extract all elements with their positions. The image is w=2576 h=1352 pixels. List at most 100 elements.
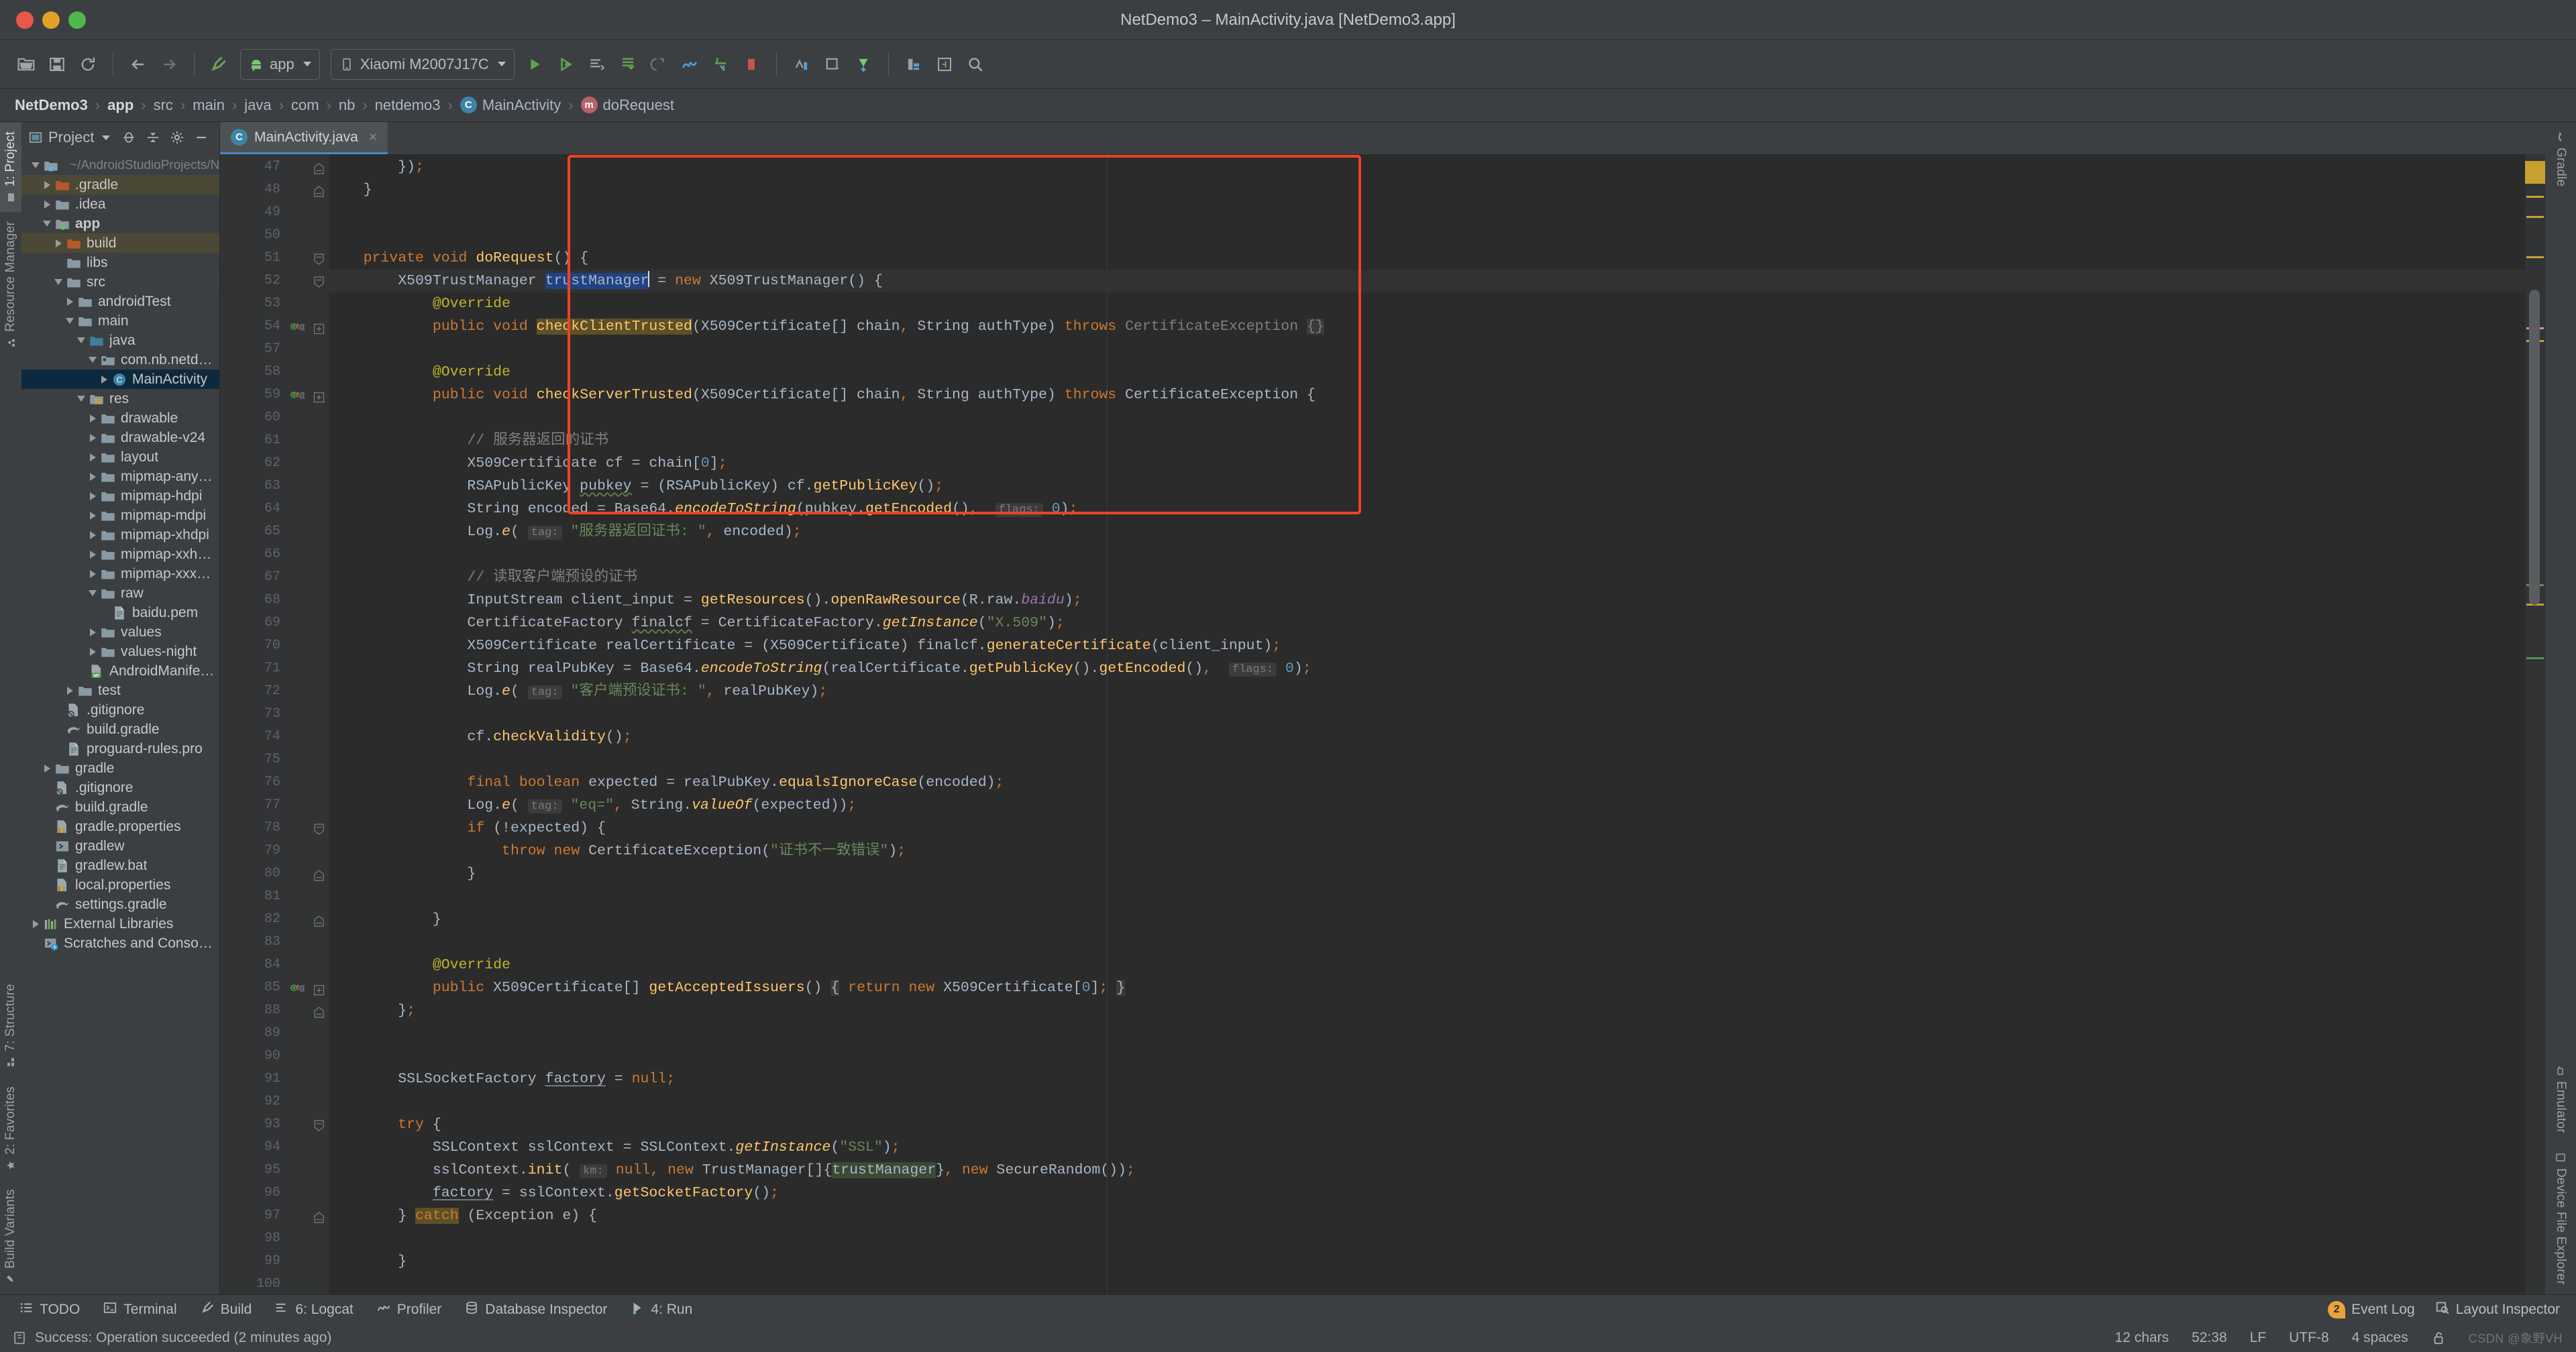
tree-toggle-right-icon[interactable]: [85, 511, 100, 520]
tree-item-gradle[interactable]: gradle: [21, 758, 219, 778]
tree-item--gitignore[interactable]: .gitignore: [21, 778, 219, 797]
tab-mainactivity-java[interactable]: C MainActivity.java ×: [220, 122, 388, 154]
editor-marks-gutter[interactable]: O@O@O@: [287, 154, 310, 1294]
tree-toggle-right-icon[interactable]: [62, 297, 77, 306]
code-line[interactable]: Log.e( tag: "客户端预设证书: ", realPubKey);: [329, 680, 827, 703]
tool-window-button-gradle[interactable]: Gradle: [2545, 122, 2576, 196]
tree-item-gradlew-bat[interactable]: gradlew.bat: [21, 856, 219, 875]
save-icon[interactable]: [43, 50, 71, 78]
fold-start-icon[interactable]: [313, 276, 325, 293]
tree-item--idea[interactable]: .idea: [21, 194, 219, 214]
code-line[interactable]: @Override: [329, 954, 511, 976]
code-line[interactable]: final boolean expected = realPubKey.equa…: [329, 771, 1004, 794]
layout-inspector-icon[interactable]: [900, 50, 928, 78]
run-icon[interactable]: [521, 50, 549, 78]
tool-window-button-device-file-explorer[interactable]: Device File Explorer: [2545, 1143, 2576, 1294]
fold-start-icon[interactable]: [313, 253, 325, 270]
apply-changes-icon[interactable]: [614, 50, 642, 78]
minimize-window-button[interactable]: [42, 11, 60, 29]
tree-toggle-right-icon[interactable]: [40, 180, 54, 189]
tree-item-main[interactable]: main: [21, 311, 219, 331]
tree-toggle-right-icon[interactable]: [97, 375, 111, 384]
tree-toggle-right-icon[interactable]: [85, 453, 100, 461]
tree-item-mipmap-xxhdpi[interactable]: mipmap-xxhdpi: [21, 545, 219, 564]
close-icon[interactable]: ×: [369, 129, 377, 146]
tree-toggle-right-icon[interactable]: [85, 550, 100, 559]
code-line[interactable]: }: [329, 862, 476, 885]
override-method-gutter-icon[interactable]: O@: [290, 320, 307, 337]
code-line[interactable]: public void checkClientTrusted(X509Certi…: [329, 315, 1324, 338]
tree-item-external-libraries[interactable]: External Libraries: [21, 914, 219, 934]
gradle-sync-icon[interactable]: [849, 50, 877, 78]
tree-toggle-down-icon[interactable]: [85, 590, 100, 596]
code-line[interactable]: public void checkServerTrusted(X509Certi…: [329, 384, 1316, 406]
collapse-all-icon[interactable]: [146, 130, 160, 145]
tree-toggle-right-icon[interactable]: [85, 472, 100, 481]
folder-open-icon[interactable]: [12, 50, 40, 78]
tool-window-button-2-favorites[interactable]: 2: Favorites: [0, 1077, 21, 1180]
search-icon[interactable]: [961, 50, 989, 78]
tree-item-values[interactable]: values: [21, 622, 219, 642]
arrow-left-icon[interactable]: [124, 50, 152, 78]
fold-end-icon[interactable]: [313, 184, 325, 202]
attach-debugger-icon[interactable]: [706, 50, 735, 78]
breadcrumb-item-mainactivity[interactable]: C MainActivity: [460, 97, 561, 114]
status-caret-position[interactable]: 52:38: [2192, 1330, 2227, 1346]
tree-item-drawable[interactable]: drawable: [21, 408, 219, 428]
tool-window-database-inspector[interactable]: Database Inspector: [464, 1300, 607, 1319]
code-editor[interactable]: 47 48 49 50 51 52 53 54 57 58 59 60 61 62 63 64 65 66 67 68…: [220, 154, 2545, 1294]
code-line[interactable]: };: [329, 999, 415, 1022]
fold-end-icon[interactable]: [313, 1210, 325, 1228]
project-view-chevron-icon[interactable]: [102, 135, 111, 140]
tree-toggle-down-icon[interactable]: [51, 279, 66, 285]
tree-toggle-right-icon[interactable]: [28, 919, 43, 928]
editor-scrollbar-markers[interactable]: [2525, 154, 2545, 1294]
tree-item-build[interactable]: build: [21, 233, 219, 253]
code-line[interactable]: CertificateFactory finalcf = Certificate…: [329, 612, 1064, 634]
tree-item-values-night[interactable]: values-night: [21, 642, 219, 661]
fold-plus-icon[interactable]: [313, 390, 325, 407]
code-line[interactable]: SSLSocketFactory factory = null;: [329, 1068, 675, 1090]
apply-code-icon[interactable]: [645, 50, 673, 78]
hide-panel-icon[interactable]: [194, 130, 209, 145]
sdk-manager-icon[interactable]: [818, 50, 847, 78]
fold-plus-icon[interactable]: [313, 321, 325, 339]
code-line[interactable]: InputStream client_input = getResources(…: [329, 589, 1081, 612]
tree-toggle-right-icon[interactable]: [40, 764, 54, 773]
status-line-separator[interactable]: LF: [2250, 1330, 2267, 1346]
tool-window-button-1-project[interactable]: 1: Project: [0, 122, 21, 213]
tree-item-netdemo3[interactable]: NetDemo3~/AndroidStudioProjects/NetDemo3: [21, 156, 219, 175]
maximize-window-button[interactable]: [68, 11, 86, 29]
code-line[interactable]: }: [329, 908, 441, 931]
tree-toggle-right-icon[interactable]: [85, 628, 100, 636]
tree-item-mipmap-xhdpi[interactable]: mipmap-xhdpi: [21, 525, 219, 545]
tree-toggle-right-icon[interactable]: [62, 686, 77, 695]
locate-icon[interactable]: [121, 130, 136, 145]
close-window-button[interactable]: [16, 11, 34, 29]
code-line[interactable]: String encoded = Base64.encodeToString(p…: [329, 498, 1077, 520]
tree-item-gradle-properties[interactable]: gradle.properties: [21, 817, 219, 836]
tree-toggle-right-icon[interactable]: [85, 569, 100, 578]
tree-item-com-nb-netdemo3[interactable]: com.nb.netdemo3: [21, 350, 219, 370]
tree-toggle-down-icon[interactable]: [28, 162, 43, 168]
tree-toggle-right-icon[interactable]: [51, 239, 66, 247]
tree-item-build-gradle[interactable]: build.gradle: [21, 720, 219, 739]
tree-item-proguard-rules-pro[interactable]: proguard-rules.pro: [21, 739, 219, 758]
code-line[interactable]: X509Certificate realCertificate = (X509C…: [329, 634, 1281, 657]
tool-window-event-log[interactable]: 2 Event Log: [2328, 1300, 2415, 1318]
project-structure-icon[interactable]: [930, 50, 959, 78]
tool-window-layout-inspector[interactable]: Layout Inspector: [2435, 1300, 2560, 1319]
status-indent[interactable]: 4 spaces: [2352, 1330, 2408, 1346]
override-method-gutter-icon[interactable]: O@: [290, 981, 307, 998]
code-content[interactable]: }); } private void doRequest() { X509Tru…: [329, 154, 2525, 1294]
fold-end-icon[interactable]: [313, 1005, 325, 1023]
code-line[interactable]: SSLContext sslContext = SSLContext.getIn…: [329, 1136, 900, 1159]
breadcrumb-item-dorequest[interactable]: m doRequest: [580, 97, 674, 114]
code-line[interactable]: });: [329, 156, 424, 178]
fold-end-icon[interactable]: [313, 914, 325, 932]
code-line[interactable]: cf.checkValidity();: [329, 726, 631, 748]
tree-toggle-right-icon[interactable]: [85, 647, 100, 656]
profiler-icon[interactable]: [676, 50, 704, 78]
tree-item-androidmanifest-xml[interactable]: MF AndroidManifest.xml: [21, 661, 219, 681]
tree-item--gradle[interactable]: .gradle: [21, 175, 219, 194]
